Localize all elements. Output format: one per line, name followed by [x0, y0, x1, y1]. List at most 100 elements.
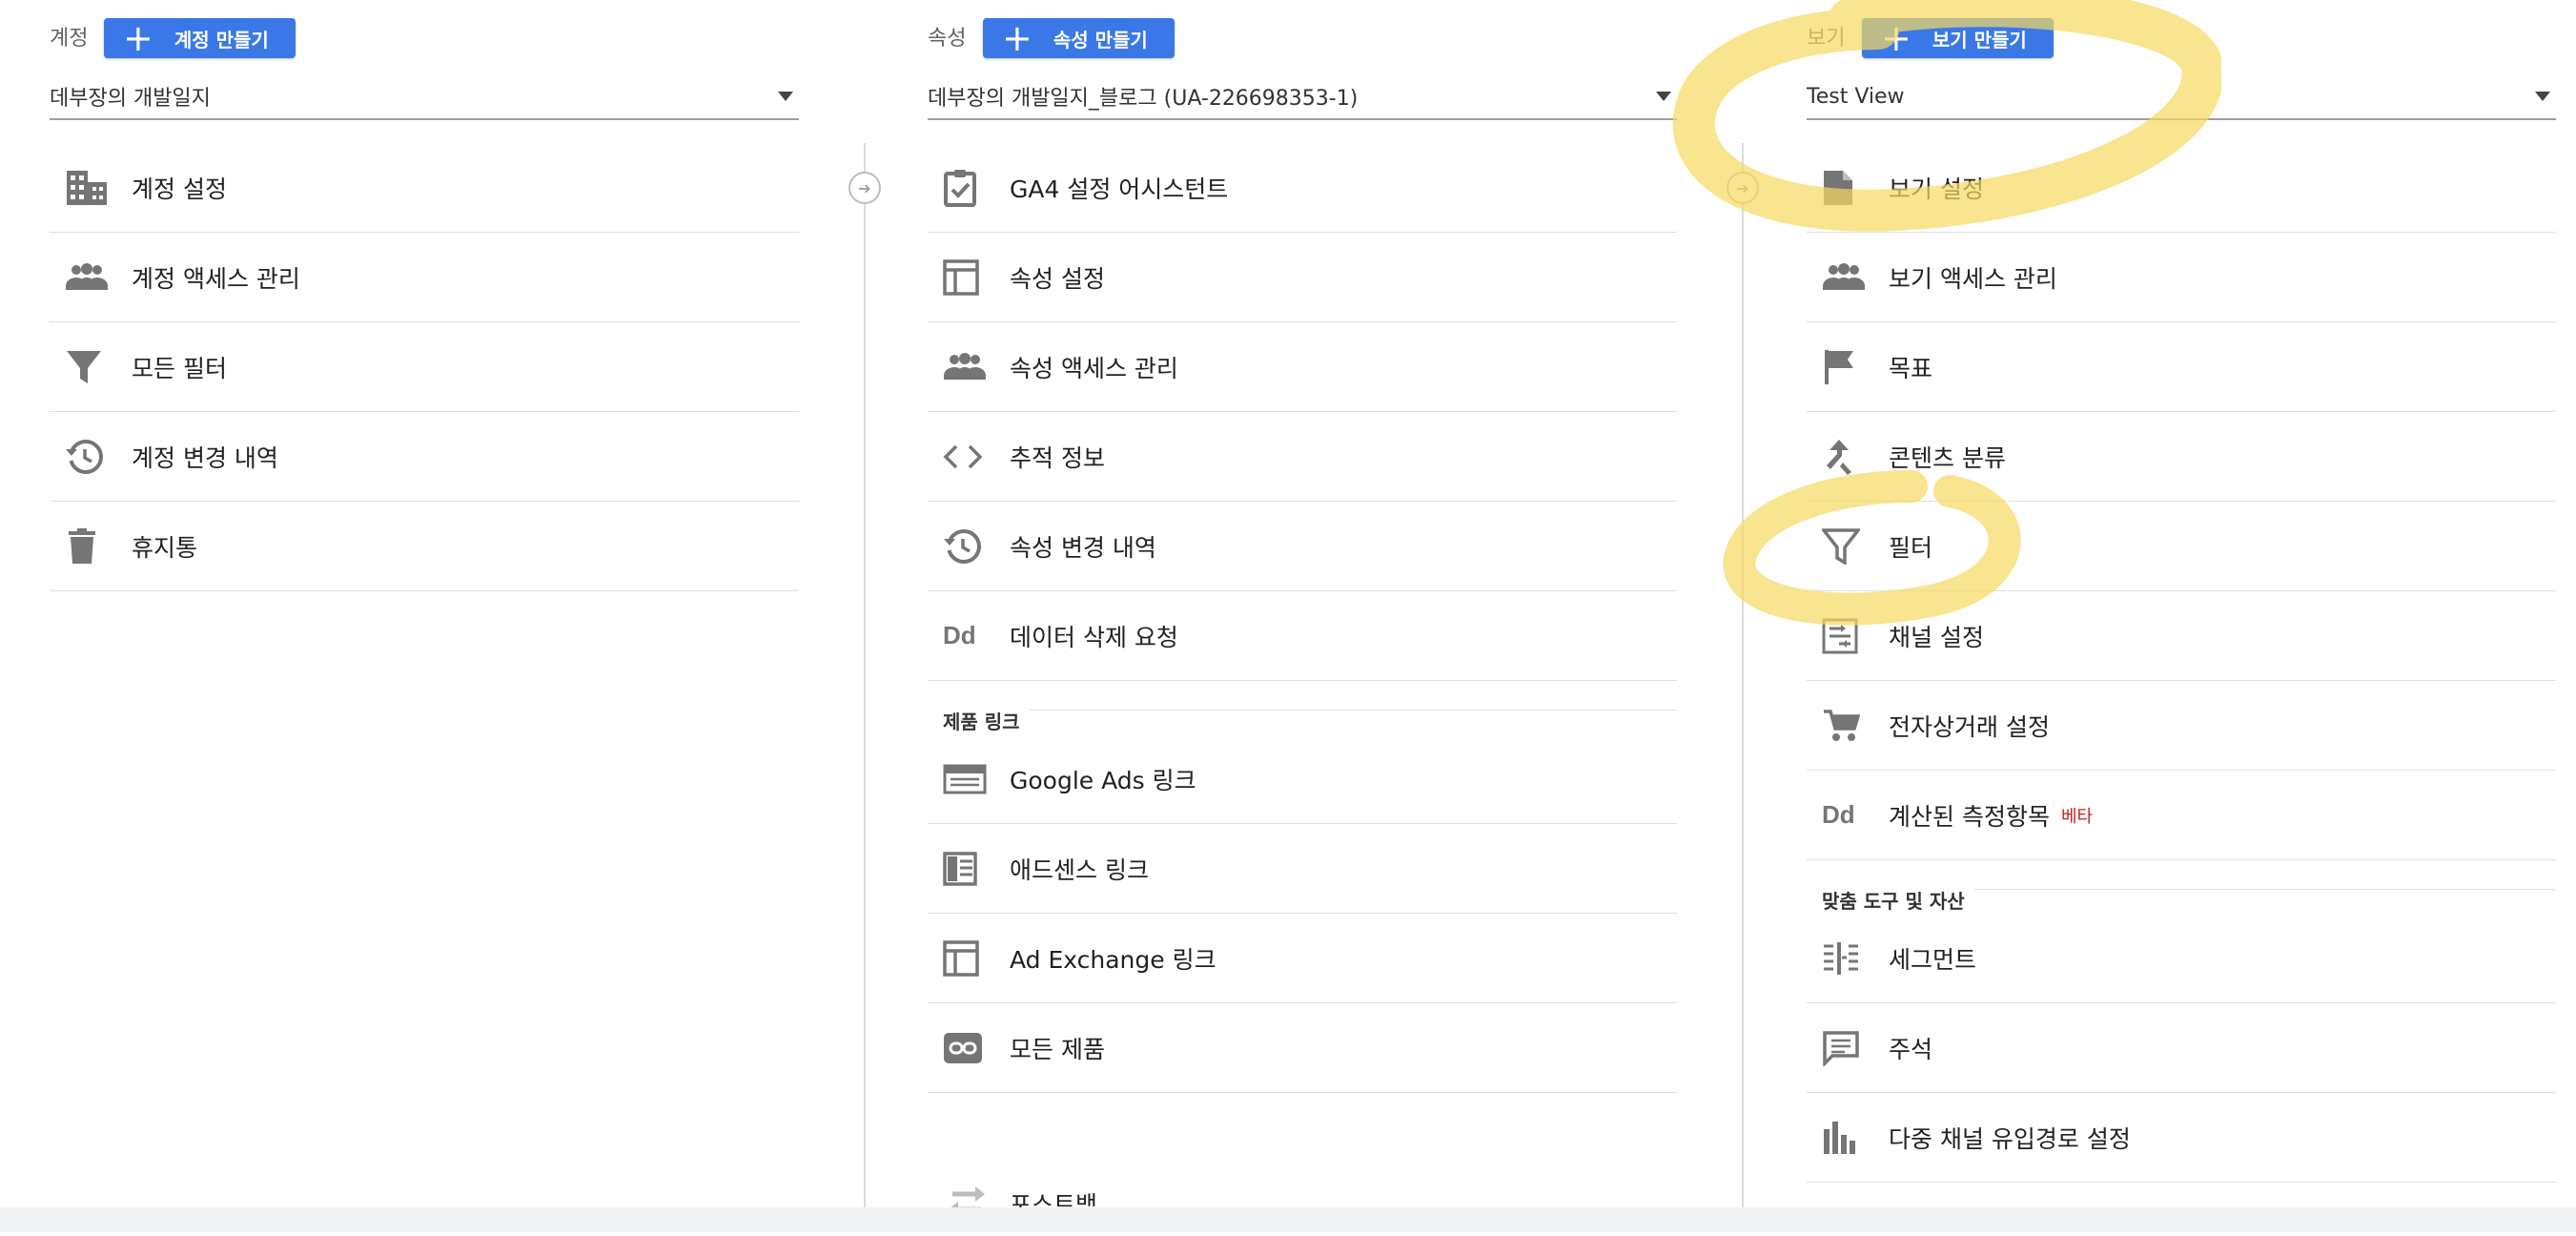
- menu-item-label: 데이터 삭제 요청: [1010, 623, 1178, 651]
- plus-icon: +: [1002, 17, 1032, 59]
- menu-item-label: 채널 설정: [1889, 623, 1984, 651]
- column-divider: [1742, 143, 1744, 1207]
- create-account-button[interactable]: + 계정 만들기: [104, 18, 296, 58]
- plus-icon: +: [1881, 17, 1912, 59]
- property-selected-value: 데부장의 개발일지_블로그 (UA-226698353-1): [928, 87, 1359, 111]
- filter-icon: [1807, 527, 1889, 565]
- menu-item-label: 계정 액세스 관리: [132, 264, 300, 293]
- menu-item-mcf-settings[interactable]: 다중 채널 유입경로 설정: [1807, 1093, 2556, 1183]
- arrow-right-icon: ➔: [1727, 172, 1759, 204]
- flag-icon: [1807, 348, 1889, 386]
- menu-item-label: 필터: [1889, 533, 1933, 562]
- building-icon: [50, 169, 132, 207]
- history-icon: [50, 438, 132, 476]
- account-selector[interactable]: 데부장의 개발일지: [50, 74, 799, 120]
- menu-item-tracking-info[interactable]: 추적 정보: [928, 412, 1677, 502]
- account-column: 계정 + 계정 만들기 데부장의 개발일지 계정 설정 계정 액세스 관리 모든…: [50, 0, 799, 1207]
- view-column: 보기 + 보기 만들기 Test View 보기 설정 보기 액세스 관리 목표…: [1807, 0, 2556, 1207]
- menu-item-label: 모든 제품: [1010, 1035, 1105, 1063]
- menu-item-label: 속성 액세스 관리: [1010, 354, 1178, 382]
- merge-icon: [1807, 438, 1889, 476]
- beta-badge: 베타: [2060, 806, 2094, 827]
- menu-item-label: 콘텐츠 분류: [1889, 443, 2006, 472]
- menu-item-ad-exchange-link[interactable]: Ad Exchange 링크: [928, 914, 1677, 1003]
- view-header: 보기 + 보기 만들기 Test View: [1807, 0, 2556, 124]
- comment-icon: [1807, 1030, 1889, 1066]
- menu-item-content-grouping[interactable]: 콘텐츠 분류: [1807, 412, 2556, 502]
- view-selector[interactable]: Test View: [1807, 74, 2556, 120]
- menu-item-label: 계산된 측정항목: [1889, 802, 2050, 831]
- column-divider: [864, 143, 866, 1207]
- menu-item-all-products[interactable]: 모든 제품: [928, 1003, 1677, 1093]
- menu-item-label: 다중 채널 유입경로 설정: [1889, 1124, 2131, 1153]
- arrow-right-icon: ➔: [848, 172, 881, 204]
- dd-glyph: Dd: [943, 621, 976, 649]
- menu-item-label: 모든 필터: [132, 354, 227, 382]
- menu-item-ga4-assistant[interactable]: GA4 설정 어시스턴트: [928, 143, 1677, 233]
- menu-item-account-history[interactable]: 계정 변경 내역: [50, 412, 799, 502]
- menu-item-ecommerce-settings[interactable]: 전자상거래 설정: [1807, 681, 2556, 771]
- menu-item-google-ads-link[interactable]: Google Ads 링크: [928, 734, 1677, 824]
- section-title: 맞춤 도구 및 자산: [1822, 886, 1974, 914]
- document-icon: [1807, 169, 1889, 207]
- menu-item-label: GA4 설정 어시스턴트: [1010, 175, 1229, 203]
- people-icon: [928, 352, 1010, 381]
- trash-icon: [50, 527, 132, 566]
- dd-icon: Dd: [1807, 800, 1889, 830]
- account-column-label: 계정: [50, 27, 89, 51]
- view-menu: 보기 설정 보기 액세스 관리 목표 콘텐츠 분류 필터 채널 설정 전자상거래…: [1807, 143, 2556, 1183]
- dropdown-caret-icon: [778, 92, 793, 101]
- menu-item-label: 보기 액세스 관리: [1889, 264, 2057, 293]
- account-header: 계정 + 계정 만들기 데부장의 개발일지: [50, 0, 799, 124]
- menu-item-label: Google Ads 링크: [1010, 766, 1196, 794]
- layout-icon: [928, 939, 1010, 977]
- menu-item-label: 보기 설정: [1889, 175, 1984, 203]
- create-view-button[interactable]: + 보기 만들기: [1862, 18, 2054, 58]
- footer-bar: [0, 1207, 2576, 1232]
- menu-item-label: 계정 설정: [132, 175, 227, 203]
- history-icon: [928, 527, 1010, 566]
- bar-chart-icon: [1807, 1120, 1889, 1156]
- people-icon: [1807, 262, 1889, 292]
- menu-item-goals[interactable]: 목표: [1807, 322, 2556, 412]
- people-icon: [50, 262, 132, 292]
- channel-icon: [1807, 618, 1889, 654]
- menu-item-label: 목표: [1889, 354, 1933, 382]
- section-product-links: 제품 링크: [928, 681, 1677, 734]
- cart-icon: [1807, 708, 1889, 744]
- ads-icon: [928, 764, 1010, 794]
- menu-item-all-filters[interactable]: 모든 필터: [50, 322, 799, 412]
- property-column-label: 속성: [928, 27, 967, 51]
- section-title: 제품 링크: [943, 707, 1030, 734]
- menu-item-label: 애드센스 링크: [1010, 855, 1149, 884]
- menu-item-data-deletion[interactable]: Dd 데이터 삭제 요청: [928, 591, 1677, 681]
- property-header: 속성 + 속성 만들기 데부장의 개발일지_블로그 (UA-226698353-…: [928, 0, 1677, 124]
- menu-item-property-access[interactable]: 속성 액세스 관리: [928, 322, 1677, 412]
- menu-item-adsense-link[interactable]: 애드센스 링크: [928, 824, 1677, 914]
- link-icon: [928, 1032, 1010, 1064]
- menu-item-property-settings[interactable]: 속성 설정: [928, 233, 1677, 322]
- menu-item-account-settings[interactable]: 계정 설정: [50, 143, 799, 233]
- plus-icon: +: [123, 17, 153, 59]
- layout-icon: [928, 258, 1010, 296]
- menu-item-annotations[interactable]: 주석: [1807, 1003, 2556, 1093]
- menu-item-label: 계정 변경 내역: [132, 443, 278, 472]
- dropdown-caret-icon: [2535, 92, 2550, 101]
- menu-item-label: 주석: [1889, 1035, 1933, 1063]
- property-selector[interactable]: 데부장의 개발일지_블로그 (UA-226698353-1): [928, 74, 1677, 120]
- menu-item-account-access[interactable]: 계정 액세스 관리: [50, 233, 799, 322]
- menu-item-filters[interactable]: 필터: [1807, 502, 2556, 591]
- menu-item-channel-settings[interactable]: 채널 설정: [1807, 591, 2556, 681]
- menu-item-property-history[interactable]: 속성 변경 내역: [928, 502, 1677, 591]
- clipboard-check-icon: [928, 169, 1010, 207]
- menu-item-trash[interactable]: 휴지통: [50, 502, 799, 591]
- menu-item-label: 세그먼트: [1889, 945, 1977, 974]
- menu-item-segments[interactable]: 세그먼트: [1807, 914, 2556, 1003]
- menu-item-view-access[interactable]: 보기 액세스 관리: [1807, 233, 2556, 322]
- menu-item-label: 속성 변경 내역: [1010, 533, 1156, 562]
- create-property-button[interactable]: + 속성 만들기: [983, 18, 1175, 58]
- menu-item-view-settings[interactable]: 보기 설정: [1807, 143, 2556, 233]
- menu-item-calculated-metrics[interactable]: Dd 계산된 측정항목 베타: [1807, 771, 2556, 860]
- dropdown-caret-icon: [1656, 92, 1671, 101]
- menu-item-label: 속성 설정: [1010, 264, 1105, 293]
